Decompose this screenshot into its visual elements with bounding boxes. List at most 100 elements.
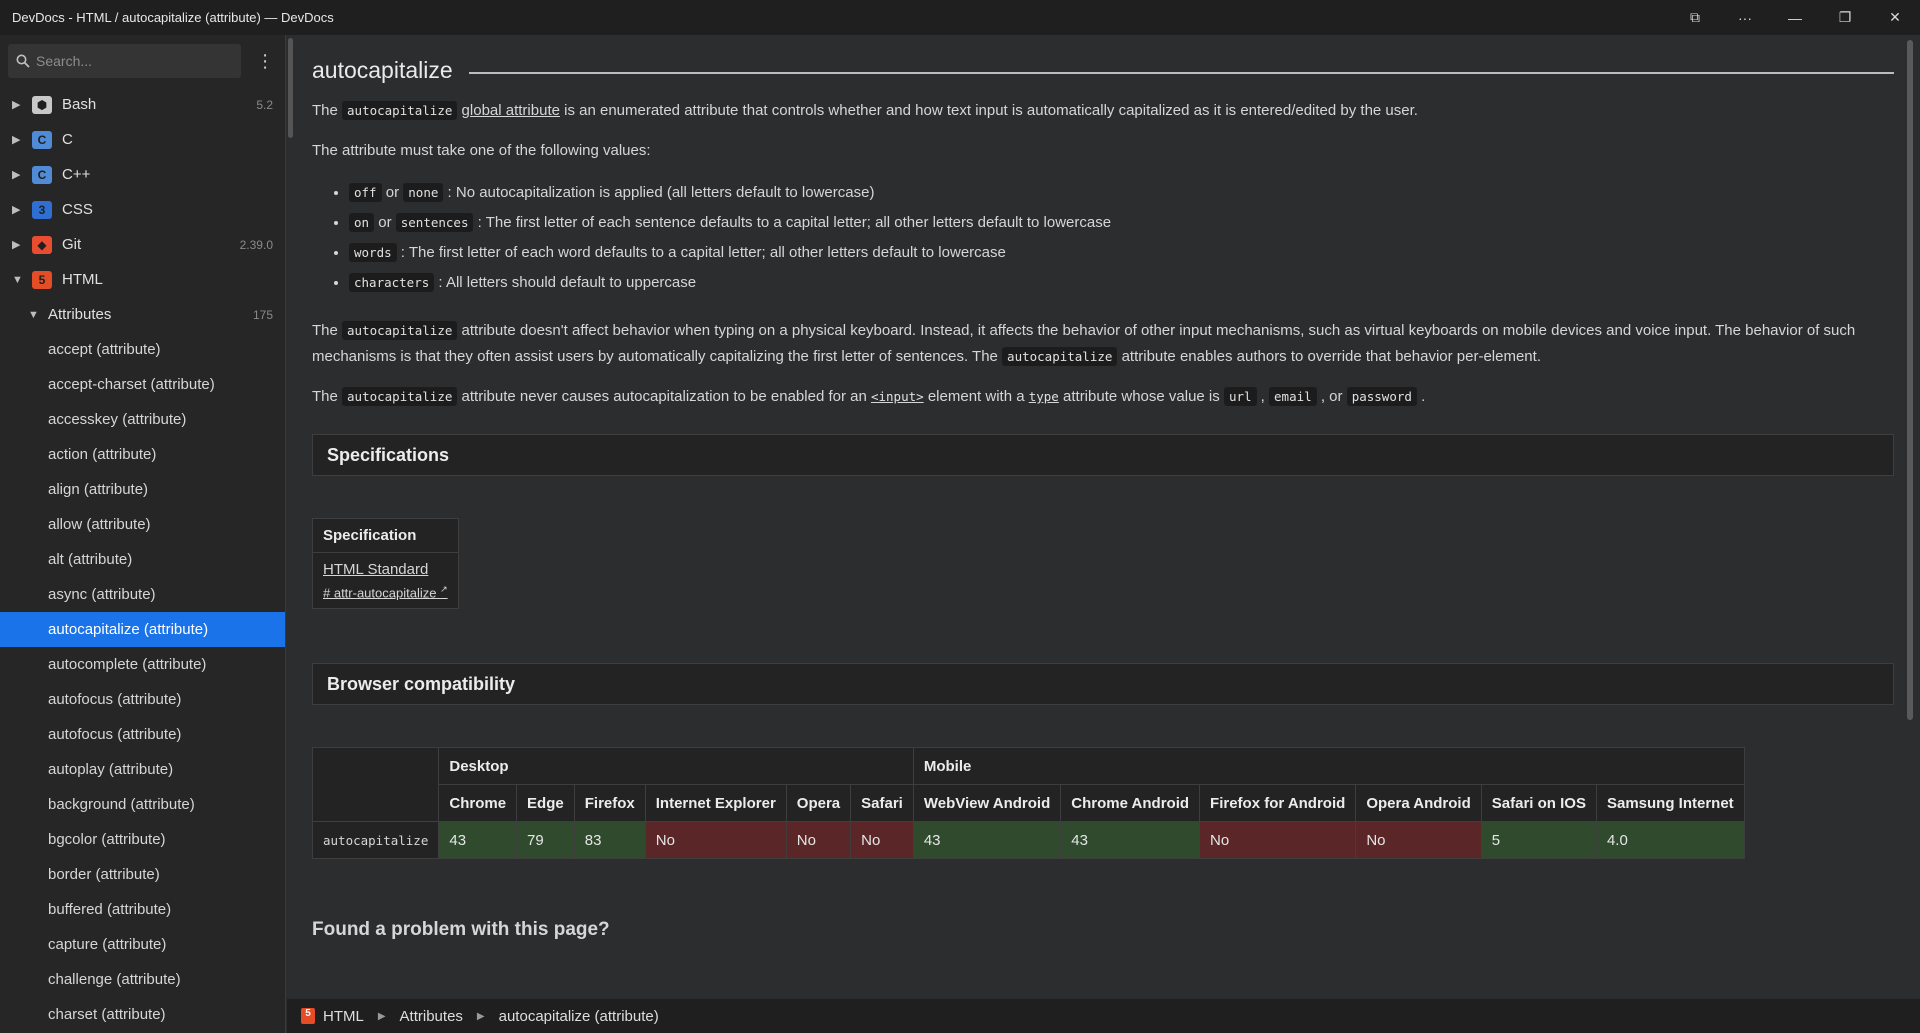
compat-table: Desktop Mobile Chrome Edge Firefox Internet… (312, 747, 1745, 860)
text: : All letters should default to uppercas… (434, 274, 697, 291)
list-item: off or none : No autocapitalization is a… (349, 178, 1894, 208)
chevron-down-icon[interactable]: ▼ (12, 274, 32, 286)
text: , or (1316, 388, 1347, 405)
list-item: words : The first letter of each word de… (349, 238, 1894, 268)
sidebar-attribute-item[interactable]: bgcolor (attribute) (0, 822, 285, 857)
sidebar-item-c[interactable]: ▶ C C (0, 122, 285, 157)
sidebar-attribute-item[interactable]: border (attribute) (0, 857, 285, 892)
html-standard-link[interactable]: HTML Standard (323, 561, 448, 578)
more-icon[interactable]: ··· (1720, 0, 1770, 35)
text: is an enumerated attribute that controls… (559, 102, 1418, 119)
app-view-icon[interactable]: ⧉ (1670, 0, 1720, 35)
compat-cell[interactable]: No (644, 821, 787, 860)
chevron-right-icon[interactable]: ▶ (12, 168, 32, 181)
text: The (312, 102, 343, 119)
compat-cell[interactable]: 43 (1060, 821, 1201, 860)
compat-cell[interactable]: No (850, 821, 914, 860)
main-content: autocapitalize The autocapitalize global… (312, 35, 1894, 997)
compat-cell[interactable]: 4.0 (1595, 821, 1745, 860)
chevron-right-icon[interactable]: ▶ (12, 203, 32, 216)
sidebar-item-attributes[interactable]: ▼ Attributes 175 (0, 297, 285, 332)
code-autocapitalize: autocapitalize (1002, 347, 1118, 366)
text: element with a (923, 388, 1029, 405)
sidebar-attribute-item[interactable]: charset (attribute) (0, 997, 285, 1032)
css-logo-icon: 3 (32, 200, 52, 219)
compat-cell[interactable]: No (785, 821, 852, 860)
search-box[interactable] (8, 44, 242, 78)
chevron-down-icon[interactable]: ▼ (28, 309, 48, 321)
breadcrumb: 5 HTML ▶ Attributes ▶ autocapitalize (at… (287, 999, 1920, 1033)
breadcrumb-current: autocapitalize (attribute) (498, 1007, 659, 1025)
sidebar-attribute-item[interactable]: autofocus (attribute) (0, 682, 285, 717)
compat-cell[interactable]: 83 (573, 821, 646, 860)
spec-cell: HTML Standard # attr-autocapitalize ↗ (312, 551, 459, 610)
sidebar-attribute-item[interactable]: alt (attribute) (0, 542, 285, 577)
sidebar-item-label: Git (62, 236, 82, 253)
sidebar-attribute-item[interactable]: background (attribute) (0, 787, 285, 822)
behavior-paragraph: The autocapitalize attribute doesn't aff… (312, 318, 1894, 370)
compat-cell[interactable]: No (1355, 821, 1482, 860)
cpp-logo-icon: C (32, 165, 52, 184)
menu-kebab-icon[interactable]: ⋮ (253, 51, 277, 72)
sidebar-attribute-item[interactable]: capture (attribute) (0, 927, 285, 962)
sidebar-attribute-item[interactable]: async (attribute) (0, 577, 285, 612)
code-value: on (349, 213, 375, 232)
input-element-link[interactable]: <input> (871, 388, 924, 405)
compat-cell[interactable]: 43 (438, 821, 518, 860)
sidebar-attribute-item[interactable]: accesskey (attribute) (0, 402, 285, 437)
sidebar-attribute-item[interactable]: action (attribute) (0, 437, 285, 472)
sidebar-attribute-item[interactable]: autocomplete (attribute) (0, 647, 285, 682)
sidebar-attribute-item[interactable]: autoplay (attribute) (0, 752, 285, 787)
sidebar-item-git[interactable]: ▶ ◆ Git 2.39.0 (0, 227, 285, 262)
type-attribute-link[interactable]: type (1029, 388, 1059, 405)
sidebar-item-cpp[interactable]: ▶ C C++ (0, 157, 285, 192)
values-intro: The attribute must take one of the follo… (312, 142, 651, 159)
chevron-right-icon[interactable]: ▶ (12, 98, 32, 111)
sidebar-attribute-item[interactable]: autocapitalize (attribute) (0, 612, 285, 647)
global-attribute-link[interactable]: global attribute (462, 102, 560, 119)
chevron-right-icon[interactable]: ▶ (12, 238, 32, 251)
browser-header: Opera (785, 784, 852, 823)
sidebar-attribute-item[interactable]: allow (attribute) (0, 507, 285, 542)
minimize-button[interactable]: — (1770, 0, 1820, 35)
compat-cell[interactable]: 79 (516, 821, 575, 860)
sidebar-attribute-item[interactable]: autofocus (attribute) (0, 717, 285, 752)
browser-header: Opera Android (1355, 784, 1482, 823)
text: . (1416, 388, 1426, 405)
compat-cell[interactable]: No (1199, 821, 1357, 860)
compat-cell[interactable]: 5 (1480, 821, 1597, 860)
close-button[interactable]: ✕ (1870, 0, 1920, 35)
sidebar-scrollbar[interactable] (288, 38, 293, 138)
intro-paragraph: The autocapitalize global attribute is a… (312, 98, 1894, 124)
sidebar-item-html[interactable]: ▼ 5 HTML (0, 262, 285, 297)
code-value: words (349, 243, 397, 262)
title-rule (468, 71, 1894, 74)
compat-cell[interactable]: 43 (912, 821, 1062, 860)
list-item: on or sentences : The first letter of ea… (349, 208, 1894, 238)
browser-header: Firefox for Android (1199, 784, 1357, 823)
code-value: sentences (395, 213, 474, 232)
text: or (374, 214, 396, 231)
chevron-right-icon[interactable]: ▶ (12, 133, 32, 146)
browser-header: Internet Explorer (644, 784, 787, 823)
sidebar-item-label: Bash (62, 96, 97, 113)
sidebar-item-css[interactable]: ▶ 3 CSS (0, 192, 285, 227)
sidebar-attribute-item[interactable]: align (attribute) (0, 472, 285, 507)
breadcrumb-html[interactable]: HTML (323, 1008, 364, 1025)
restore-button[interactable]: ❐ (1820, 0, 1870, 35)
spec-anchor-link[interactable]: # attr-autocapitalize ↗ (323, 584, 448, 600)
content-scrollbar[interactable] (1907, 40, 1913, 720)
code-type: type (1028, 389, 1059, 404)
version-badge: 2.39.0 (239, 237, 273, 252)
sidebar-item-label: C (62, 131, 73, 148)
sidebar-item-bash[interactable]: ▶ ⬢ Bash 5.2 (0, 87, 285, 122)
sidebar-attribute-item[interactable]: buffered (attribute) (0, 892, 285, 927)
breadcrumb-attributes[interactable]: Attributes (400, 1008, 463, 1025)
page-title-text: autocapitalize (312, 57, 453, 83)
search-input[interactable] (30, 53, 230, 69)
sidebar-attribute-item[interactable]: accept-charset (attribute) (0, 367, 285, 402)
sidebar-attribute-item[interactable]: challenge (attribute) (0, 962, 285, 997)
sidebar-attribute-item[interactable]: accept (attribute) (0, 332, 285, 367)
sidebar-item-label: HTML (62, 271, 103, 288)
specifications-table: Specification HTML Standard # attr-autoc… (312, 518, 459, 610)
